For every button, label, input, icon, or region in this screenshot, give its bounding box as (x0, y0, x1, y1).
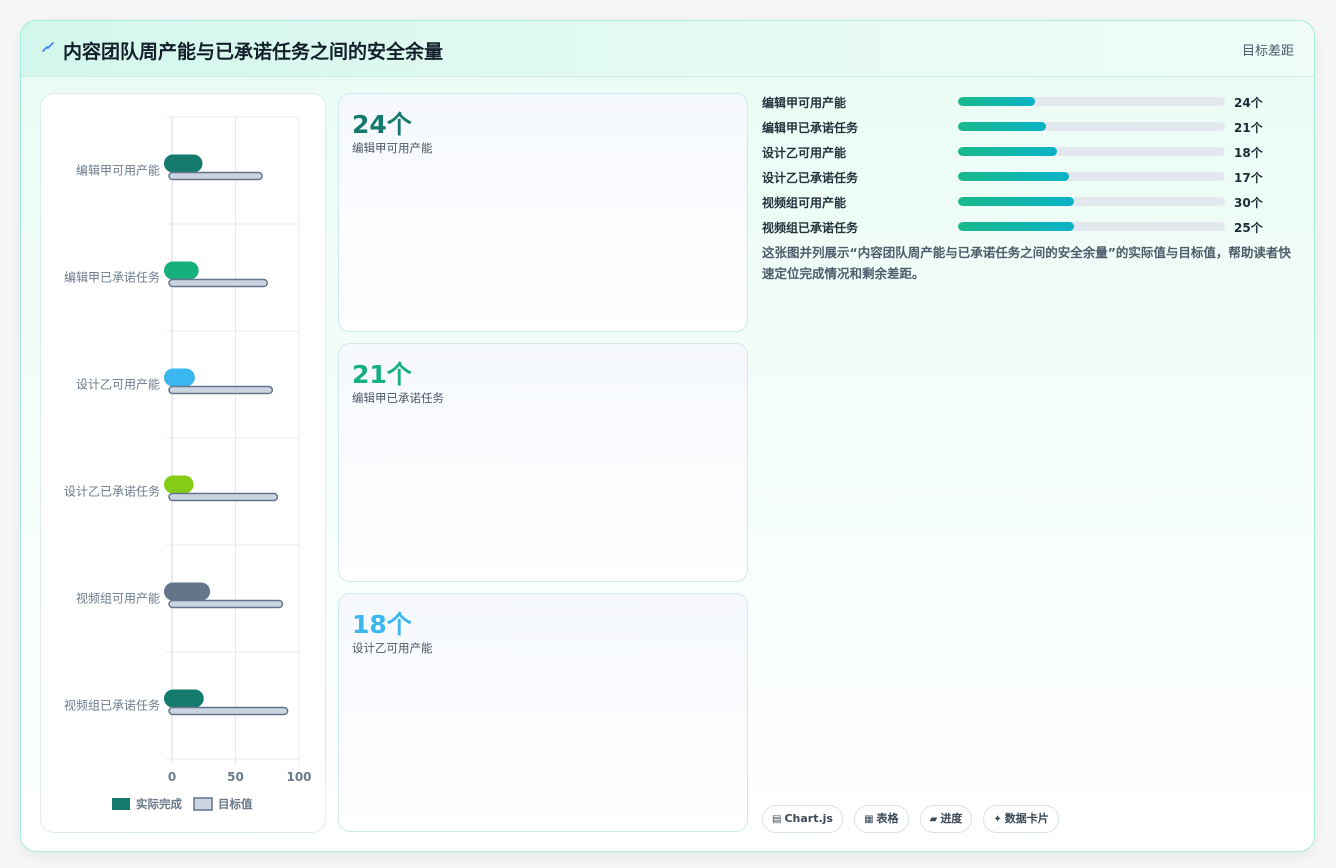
kpi-value: 24个 (352, 110, 412, 139)
y-tick-label: 视频组已承诺任务 (64, 698, 160, 713)
y-tick-label: 编辑甲可用产能 (76, 163, 160, 178)
bar-target (168, 492, 279, 502)
bar-actual (164, 475, 194, 494)
kpi-card: 18个 设计乙可用产能 (338, 593, 748, 832)
bar-chart: 0 50 100 编辑甲可用产能编辑甲已承诺任务设计乙可用产能设计乙已承诺任务视频组可… (64, 116, 312, 811)
progress-row: 设计乙可用产能 18个 (762, 141, 1302, 166)
y-tick-label: 设计乙可用产能 (76, 378, 160, 392)
target-gap-label: 目标差距 (1241, 44, 1294, 59)
page-title: 内容团队周产能与已承诺任务之间的安全余量 (63, 41, 444, 63)
kpi-label: 编辑甲可用产能 (352, 141, 433, 155)
progress-row: 设计乙已承诺任务 17个 (762, 166, 1302, 191)
progress-label: 视频组已承诺任务 (762, 221, 859, 235)
x-tick-label: 50 (227, 770, 244, 784)
progress-fill (958, 97, 1036, 106)
kpi-value: 18个 (352, 610, 412, 639)
chip-label: 进度 (940, 812, 963, 825)
progress-value: 18个 (1234, 146, 1263, 160)
kpi-card: 24个 编辑甲可用产能 (338, 93, 748, 332)
progress-row: 视频组已承诺任务 25个 (762, 216, 1302, 241)
bar-target (168, 171, 263, 181)
progress-value: 25个 (1234, 221, 1263, 235)
progress-label: 设计乙已承诺任务 (762, 171, 859, 185)
main-card: 内容团队周产能与已承诺任务之间的安全余量 目标差距 0 50 100 编辑甲可用产能编… (20, 20, 1315, 852)
progress-row: 编辑甲已承诺任务 21个 (762, 116, 1302, 141)
bar-target (168, 385, 274, 395)
kpi-value: 21个 (352, 360, 412, 389)
progress-value: 24个 (1234, 96, 1263, 110)
progress-fill (958, 222, 1075, 231)
progress-label: 视频组可用产能 (762, 196, 847, 210)
progress-value: 30个 (1234, 196, 1263, 210)
bar-target (168, 278, 268, 288)
legend-label-actual: 实际完成 (136, 797, 182, 811)
bar-target (168, 599, 284, 609)
tag-chips: ▤ Chart.js ▦ 表格 ▰ 进度 ✦ 数据卡片 (762, 805, 1065, 833)
progress-track (958, 147, 1225, 156)
x-tick-label: 0 (168, 770, 176, 784)
progress-label: 编辑甲可用产能 (762, 96, 847, 110)
bar-actual (164, 582, 211, 601)
table-icon: ▦ (864, 814, 874, 825)
progress-fill (958, 172, 1069, 181)
y-tick-label: 编辑甲已承诺任务 (64, 270, 160, 285)
progress-track (958, 172, 1225, 181)
kpi-label: 设计乙可用产能 (352, 641, 433, 655)
progress-icon: ▰ (929, 814, 938, 825)
progress-fill (958, 147, 1057, 156)
progress-track (958, 222, 1225, 231)
x-tick-label: 100 (286, 770, 311, 784)
chip-chartjs[interactable]: ▤ Chart.js (762, 805, 843, 833)
bar-target (168, 706, 289, 716)
kpi-label: 编辑甲已承诺任务 (352, 391, 444, 405)
bar-actual (164, 154, 203, 173)
progress-track (958, 197, 1225, 206)
chip-label: 表格 (876, 812, 899, 825)
kpi-card: 21个 编辑甲已承诺任务 (338, 343, 748, 582)
progress-track (958, 97, 1225, 106)
chart-description: 这张图并列展示“内容团队周产能与已承诺任务之间的安全余量”的实际值与目标值，帮助… (762, 245, 1291, 281)
sparkle-icon: ✦ (993, 814, 1002, 825)
chip-progress[interactable]: ▰ 进度 (919, 805, 973, 833)
progress-row: 视频组可用产能 30个 (762, 191, 1302, 216)
chip-data-cards[interactable]: ✦ 数据卡片 (983, 805, 1059, 833)
progress-list: 编辑甲可用产能 24个 编辑甲已承诺任务 21个 设计乙可用产能 18个 设计乙… (762, 91, 1302, 241)
progress-label: 设计乙可用产能 (762, 146, 847, 160)
bar-actual (164, 261, 199, 280)
header: 内容团队周产能与已承诺任务之间的安全余量 目标差距 (21, 21, 1314, 77)
progress-value: 17个 (1234, 171, 1263, 185)
chip-label: 数据卡片 (1004, 812, 1049, 825)
progress-value: 21个 (1234, 121, 1263, 135)
lightning-icon (42, 42, 54, 52)
progress-track (958, 122, 1225, 131)
bar-actual (164, 368, 195, 387)
progress-label: 编辑甲已承诺任务 (762, 121, 859, 135)
legend-swatch-actual (112, 798, 130, 810)
chart-icon: ▤ (772, 814, 782, 825)
progress-row: 编辑甲可用产能 24个 (762, 91, 1302, 116)
bar-chart-panel: 0 50 100 编辑甲可用产能编辑甲已承诺任务设计乙可用产能设计乙已承诺任务视频组可… (40, 93, 326, 833)
legend-swatch-target (193, 797, 213, 811)
bar-actual (164, 689, 204, 708)
y-tick-label: 视频组可用产能 (76, 591, 160, 606)
chip-table[interactable]: ▦ 表格 (854, 805, 909, 833)
legend-label-target: 目标值 (218, 797, 253, 811)
chip-label: Chart.js (784, 812, 833, 825)
progress-fill (958, 197, 1075, 206)
y-tick-label: 设计乙已承诺任务 (64, 484, 160, 499)
progress-fill (958, 122, 1047, 131)
